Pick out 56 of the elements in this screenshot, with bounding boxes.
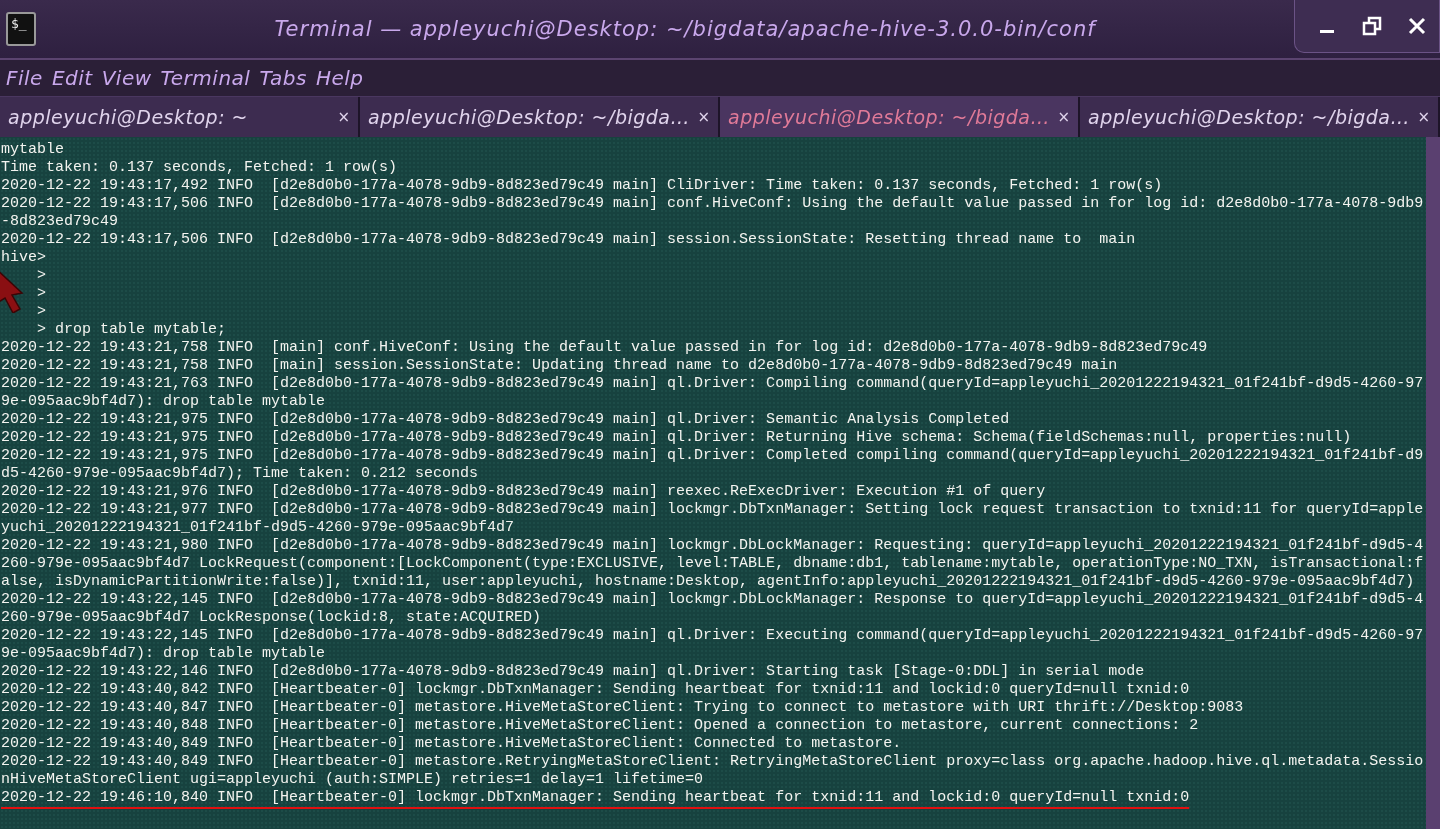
terminal-line: 2020-12-22 19:43:22,145 INFO [d2e8d0b0-177a-4078-9db9-8d823ed79c49 main] lockmgr.DbLockManager: Response to queryId=appleyuchi_20201222194321_01f241bf-d9d5-4	[1, 591, 1425, 609]
tab[interactable]: appleyuchi@Desktop: ~/bigda… ×	[720, 97, 1080, 137]
terminal-line: 2020-12-22 19:43:22,146 INFO [d2e8d0b0-177a-4078-9db9-8d823ed79c49 main] ql.Driver: Starting task [Stage-0:DDL] in serial mode	[1, 663, 1146, 681]
terminal-line: 2020-12-22 19:43:22,145 INFO [d2e8d0b0-177a-4078-9db9-8d823ed79c49 main] ql.Driver: Executing command(queryId=appleyuchi_20201222194321_01f241bf-d9d5-4260-97	[1, 627, 1425, 645]
terminal-line: 2020-12-22 19:43:21,980 INFO [d2e8d0b0-177a-4078-9db9-8d823ed79c49 main] lockmgr.DbLockManager: Requesting: queryId=appleyuchi_20201222194321_01f241bf-d9d5-4	[1, 537, 1425, 555]
tab[interactable]: appleyuchi@Desktop: ~ ×	[0, 97, 360, 137]
terminal-line: 2020-12-22 19:43:40,847 INFO [Heartbeater-0] metastore.HiveMetaStoreClient: Trying to connect to metastore with URI thrift://Desktop:9083	[1, 699, 1245, 717]
terminal-line: >	[36, 303, 47, 321]
tab-close-button[interactable]: ×	[697, 108, 710, 126]
terminal-line: 9e-095aac9bf4d7): drop table mytable	[1, 393, 327, 411]
terminal-line: 2020-12-22 19:43:21,758 INFO [main] session.SessionState: Updating thread name to d2e8d0b0-177a-4078-9db9-8d823ed79c49 main	[1, 357, 1119, 375]
terminal-line: 2020-12-22 19:43:21,977 INFO [d2e8d0b0-177a-4078-9db9-8d823ed79c49 main] lockmgr.DbTxnManager: Setting lock request transaction to txnid:11 for queryId=apple	[1, 501, 1425, 519]
scrollbar[interactable]	[1426, 137, 1440, 829]
terminal-line: 2020-12-22 19:43:21,763 INFO [d2e8d0b0-177a-4078-9db9-8d823ed79c49 main] ql.Driver: Compiling command(queryId=appleyuchi_20201222194321_01f241bf-d9d5-4260-97	[1, 375, 1425, 393]
terminal-line: 2020-12-22 19:43:40,849 INFO [Heartbeater-0] metastore.RetryingMetaStoreClient: RetryingMetaStoreClient proxy=class org.apache.hadoop.hive.ql.metadata.Sessio	[1, 753, 1425, 771]
terminal-line: 2020-12-22 19:43:21,758 INFO [main] conf.HiveConf: Using the default value passed in for log id: d2e8d0b0-177a-4078-9db9-8d823ed79c49	[1, 339, 1209, 357]
terminal-line: 2020-12-22 19:43:40,848 INFO [Heartbeater-0] metastore.HiveMetaStoreClient: Opened a connection to metastore, current connections: 2	[1, 717, 1200, 735]
terminal-line: 2020-12-22 19:46:10,840 INFO [Heartbeater-0] lockmgr.DbTxnManager: Sending heartbeat for txnid:11 and lockid:0 queryId=null txnid:0	[1, 789, 1191, 807]
terminal-line: mytable	[1, 141, 65, 159]
terminal-line: 2020-12-22 19:43:40,849 INFO [Heartbeater-0] metastore.HiveMetaStoreClient: Connected to metastore.	[1, 735, 903, 753]
menu-item[interactable]: File	[6, 66, 43, 90]
terminal-line: > drop table mytable;	[36, 321, 228, 339]
terminal-line: yuchi_20201222194321_01f241bf-d9d5-4260-979e-095aac9bf4d7	[1, 519, 516, 537]
menu-item[interactable]: View	[101, 66, 152, 90]
window-title: Terminal — appleyuchi@Desktop: ~/bigdata/apache-hive-3.0.0-bin/conf	[273, 17, 1099, 41]
maximize-icon[interactable]	[1362, 16, 1382, 36]
terminal-line: -8d823ed79c49	[1, 213, 120, 231]
terminal-line: 2020-12-22 19:43:21,975 INFO [d2e8d0b0-177a-4078-9db9-8d823ed79c49 main] ql.Driver: Completed compiling command(queryId=appleyuchi_20201222194321_01f241bf-d9	[1, 447, 1425, 465]
terminal-line: 9e-095aac9bf4d7): drop table mytable	[1, 645, 327, 663]
terminal-line: >	[36, 285, 47, 303]
menu-item[interactable]: Terminal	[160, 66, 251, 90]
tab-close-button[interactable]: ×	[1057, 108, 1070, 126]
tab-close-button[interactable]: ×	[337, 108, 350, 126]
menu-item[interactable]: Help	[315, 66, 364, 90]
close-icon[interactable]	[1407, 16, 1427, 36]
terminal-line: Time taken: 0.137 seconds, Fetched: 1 row(s)	[1, 159, 399, 177]
terminal-line: 2020-12-22 19:43:17,506 INFO [d2e8d0b0-177a-4078-9db9-8d823ed79c49 main] conf.HiveConf: Using the default value passed in for log id: d2e8d0b0-177a-4078-9db9	[1, 195, 1425, 213]
terminal-icon: $_	[6, 12, 36, 46]
terminal-line: d5-4260-979e-095aac9bf4d7); Time taken: 0.212 seconds	[1, 465, 480, 483]
terminal-line: 2020-12-22 19:43:21,976 INFO [d2e8d0b0-177a-4078-9db9-8d823ed79c49 main] reexec.ReExecDriver: Execution #1 of query	[1, 483, 1047, 501]
terminal-line: nHiveMetaStoreClient ugi=appleyuchi (auth:SIMPLE) retries=1 delay=1 lifetime=0	[1, 771, 705, 789]
menu-item[interactable]: Edit	[51, 66, 93, 90]
terminal-line: 2020-12-22 19:43:21,975 INFO [d2e8d0b0-177a-4078-9db9-8d823ed79c49 main] ql.Driver: Returning Hive schema: Schema(fieldSchemas:null, properties:null)	[1, 429, 1353, 447]
tab-close-button[interactable]: ×	[1417, 108, 1430, 126]
terminal-line: >	[36, 267, 47, 285]
terminal-line: 260-979e-095aac9bf4d7 LockResponse(lockid:8, state:ACQUIRED)	[1, 609, 543, 627]
tab[interactable]: appleyuchi@Desktop: ~/bigda… ×	[1080, 97, 1440, 137]
terminal-line: 2020-12-22 19:43:21,975 INFO [d2e8d0b0-177a-4078-9db9-8d823ed79c49 main] ql.Driver: Semantic Analysis Completed	[1, 411, 1011, 429]
terminal-line: 260-979e-095aac9bf4d7 LockRequest(component:[LockComponent(type:EXCLUSIVE, level:TABLE, dbname:db1, tablename:mytable, operationType:NO_TXN, isTransactional:f	[1, 555, 1425, 573]
menu-item[interactable]: Tabs	[259, 66, 307, 90]
terminal-line: 2020-12-22 19:43:40,842 INFO [Heartbeater-0] lockmgr.DbTxnManager: Sending heartbeat for txnid:11 and lockid:0 queryId=null txnid:0	[1, 681, 1191, 699]
terminal-line: 2020-12-22 19:43:17,506 INFO [d2e8d0b0-177a-4078-9db9-8d823ed79c49 main] session.SessionState: Resetting thread name to main	[1, 231, 1137, 249]
terminal-line: alse, isDynamicPartitionWrite:false)], txnid:11, user:appleyuchi, hostname:Desktop, agentInfo:appleyuchi_20201222194321_01f241bf-d9d5-4260-979e-095aac9bf4d7)	[1, 573, 1416, 591]
terminal-line: hive>	[1, 249, 47, 267]
terminal-line: 2020-12-22 19:43:17,492 INFO [d2e8d0b0-177a-4078-9db9-8d823ed79c49 main] CliDriver: Time taken: 0.137 seconds, Fetched: 1 row(s)	[1, 177, 1164, 195]
tab[interactable]: appleyuchi@Desktop: ~/bigda… ×	[360, 97, 720, 137]
